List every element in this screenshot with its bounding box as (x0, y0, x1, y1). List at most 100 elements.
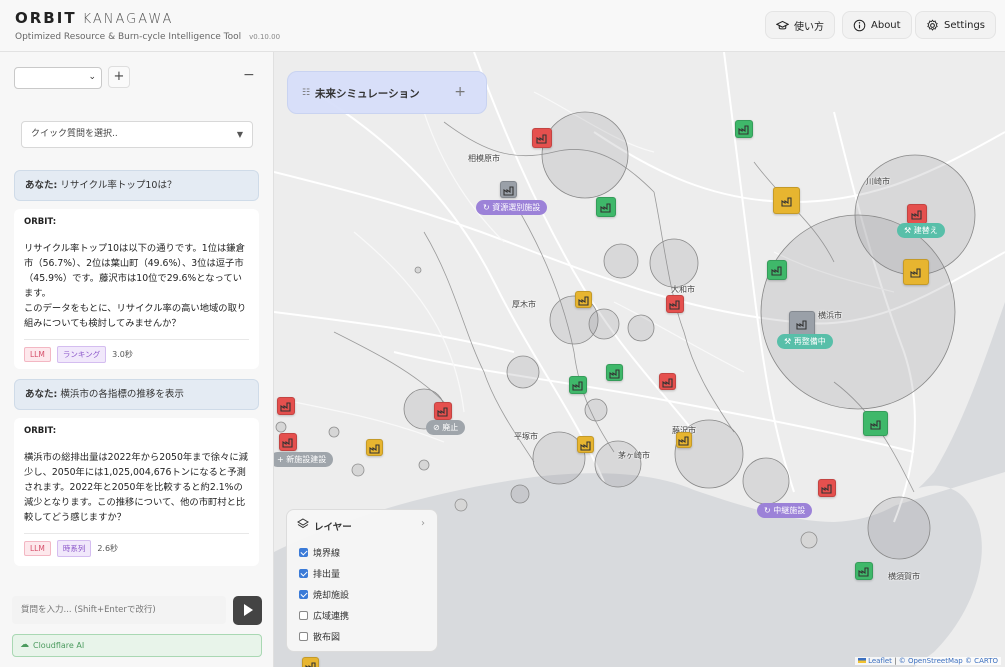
message-tags: LLM ランキング 3.0秒 (24, 346, 249, 363)
minus-icon: − (243, 67, 255, 83)
layer-control: レイヤー › 境界線 排出量 焼却施設 広域連携 散布図 (286, 509, 438, 652)
app-header: ORBIT KANAGAWA Optimized Resource & Burn-… (0, 0, 1005, 52)
layer-label: 焼却施設 (313, 591, 350, 601)
checkbox[interactable] (299, 611, 308, 620)
factory-icon (608, 368, 620, 379)
quick-question-placeholder: クイック質問を選択.. (31, 129, 118, 139)
chevron-right-icon[interactable]: › (421, 518, 425, 529)
app-logo: ORBIT KANAGAWA (15, 9, 173, 27)
facility-marker[interactable] (575, 291, 592, 308)
expand-plus-icon[interactable]: + (454, 84, 466, 100)
facility-marker[interactable] (735, 120, 753, 138)
cloudflare-label: Cloudflare AI (33, 641, 85, 650)
layer-scatter-toggle[interactable]: 散布図 (299, 630, 340, 643)
about-button[interactable]: About (842, 11, 912, 39)
llm-tag: LLM (24, 541, 51, 556)
divider (24, 339, 249, 340)
factory-icon (280, 402, 291, 412)
response-time: 2.6秒 (97, 544, 119, 553)
about-label: About (871, 19, 901, 31)
bot-message: ORBIT: リサイクル率トップ10は以下の通りです。1位は鎌倉市（56.7%）… (14, 209, 259, 369)
cloudflare-ai-badge: ☁ Cloudflare AI (12, 634, 262, 657)
facility-marker[interactable] (302, 657, 319, 667)
factory-icon (661, 377, 673, 388)
facility-marker[interactable] (577, 436, 594, 453)
info-icon (853, 19, 866, 31)
layer-regional-toggle[interactable]: 広域連携 (299, 609, 349, 622)
facility-marker[interactable] (676, 432, 692, 448)
settings-button[interactable]: Settings (915, 11, 997, 39)
facility-marker[interactable] (277, 397, 295, 415)
layer-label: 排出量 (313, 570, 341, 580)
facility-marker[interactable] (767, 260, 787, 280)
facility-marker[interactable] (773, 187, 800, 214)
factory-icon (304, 661, 316, 667)
factory-icon (437, 407, 448, 417)
facility-marker[interactable] (279, 433, 297, 451)
layers-icon (297, 518, 309, 529)
facility-marker[interactable] (818, 479, 836, 497)
bot-message-text: 横浜市の総排出量は2022年から2050年まで徐々に減少し、2050年には1,0… (24, 452, 248, 523)
layer-label: 散布図 (313, 633, 341, 643)
layer-label: 広域連携 (313, 612, 350, 622)
user-message-text: リサイクル率トップ10は？ (60, 180, 177, 191)
facility-marker[interactable] (855, 562, 873, 580)
osm-link[interactable]: © OpenStreetMap (899, 657, 963, 665)
settings-label: Settings (944, 19, 986, 31)
send-button[interactable] (233, 596, 262, 625)
facility-marker[interactable] (569, 376, 587, 394)
chat-input[interactable] (12, 596, 226, 624)
checkbox[interactable] (299, 632, 308, 641)
new-session-button[interactable]: + (108, 66, 130, 88)
response-time: 3.0秒 (112, 350, 133, 359)
factory-icon (579, 440, 591, 451)
user-message-text: 横浜市の各指標の推移を表示 (60, 389, 184, 400)
badge-label: 廃止 (442, 423, 459, 432)
factory-icon (780, 196, 792, 207)
factory-icon (869, 419, 881, 430)
facility-marker[interactable] (659, 373, 676, 390)
facility-marker[interactable] (907, 204, 927, 224)
carto-link[interactable]: © CARTO (965, 657, 998, 665)
plus-icon: + (113, 69, 125, 84)
session-select[interactable]: ⌄ (14, 67, 102, 89)
factory-icon (771, 266, 782, 276)
layer-emission-toggle[interactable]: 排出量 (299, 567, 340, 580)
status-badge: ⚒ 建替え (897, 223, 945, 238)
recycle-icon: ↻ (483, 203, 493, 212)
checkbox[interactable] (299, 548, 308, 557)
badge-label: 新施設建設 (286, 455, 327, 464)
bot-message-text: リサイクル率トップ10は以下の通りです。1位は鎌倉市（56.7%）、2位は葉山町… (24, 243, 247, 329)
future-simulation-panel[interactable]: ☷ 未来シミュレーション + (287, 71, 487, 114)
facility-marker[interactable] (434, 402, 452, 420)
factory-icon (821, 484, 832, 494)
leaflet-link[interactable]: Leaflet (868, 657, 892, 665)
facility-marker[interactable] (903, 259, 929, 285)
facility-marker[interactable] (666, 295, 684, 313)
quick-question-select[interactable]: クイック質問を選択.. ▼ (21, 121, 253, 148)
facility-marker[interactable] (532, 128, 552, 148)
llm-tag: LLM (24, 347, 51, 362)
message-tags: LLM 時系列 2.6秒 (24, 540, 249, 557)
status-badge: ↻ 資源選別施設 (476, 200, 548, 215)
layer-boundary-toggle[interactable]: 境界線 (299, 546, 340, 559)
city-label-yokohama: 横浜市 (818, 311, 842, 320)
factory-icon (738, 125, 749, 135)
facility-marker[interactable] (606, 364, 623, 381)
status-badge: ⚒ 再整備中 (777, 334, 833, 349)
layer-incinerator-toggle[interactable]: 焼却施設 (299, 588, 349, 601)
graduation-cap-icon (776, 20, 789, 29)
facility-marker[interactable] (863, 411, 888, 436)
facility-marker[interactable] (500, 181, 517, 198)
caret-down-icon: ▼ (236, 130, 243, 139)
user-message: あなた: 横浜市の各指標の推移を表示 (14, 379, 259, 410)
badge-label: 再整備中 (793, 337, 826, 346)
checkbox[interactable] (299, 569, 308, 578)
close-circle-icon: ⊘ (433, 423, 443, 432)
checkbox[interactable] (299, 590, 308, 599)
facility-marker[interactable] (366, 439, 383, 456)
collapse-panel-button[interactable]: − (243, 67, 255, 83)
howto-button[interactable]: 使い方 (765, 11, 835, 39)
facility-marker[interactable] (596, 197, 616, 217)
app-subtitle: Optimized Resource & Burn-cycle Intellig… (15, 32, 280, 42)
